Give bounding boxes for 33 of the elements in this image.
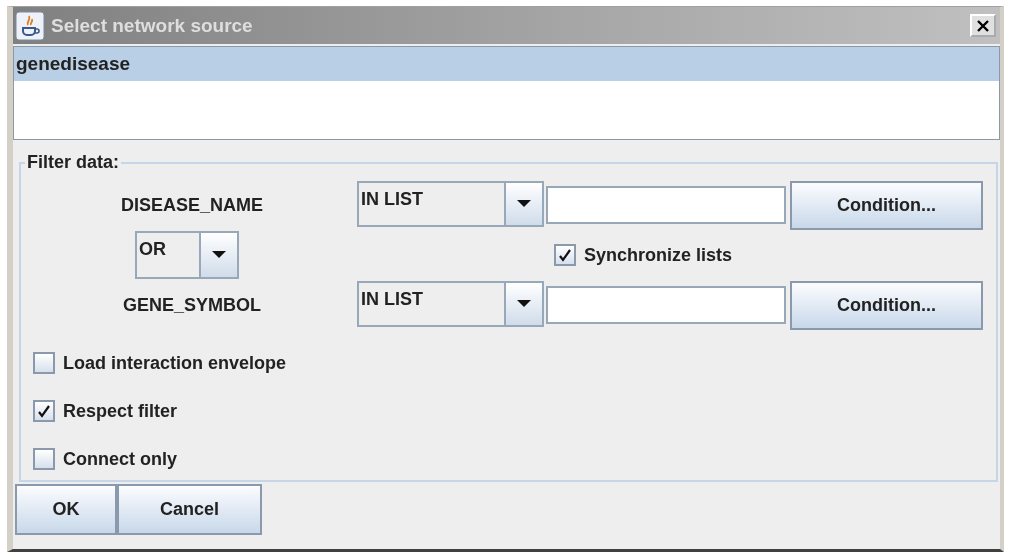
checkbox[interactable] [33, 448, 55, 470]
input-field[interactable] [546, 286, 786, 324]
check-icon [37, 404, 51, 418]
caret-icon [517, 200, 531, 208]
cup-icon [15, 10, 45, 41]
condition-button[interactable]: Condition... [790, 281, 983, 330]
caret-icon [517, 300, 531, 308]
dropdown-button[interactable] [504, 283, 542, 325]
checkbox-label: Connect only [63, 448, 177, 470]
condition-button[interactable]: Condition... [790, 181, 983, 230]
checkbox[interactable] [33, 352, 55, 374]
checkbox[interactable] [33, 400, 55, 422]
checkbox-label: Respect filter [63, 400, 178, 422]
filter-title: Filter data: [26, 152, 120, 173]
window-title: Select network source [51, 14, 254, 37]
dropdown-button[interactable] [504, 183, 542, 225]
list-item[interactable]: genedisease [14, 47, 999, 81]
checkbox[interactable] [554, 244, 576, 266]
close-button[interactable] [970, 14, 996, 37]
close-icon [976, 18, 990, 33]
checkbox-label: Load interaction envelope [63, 352, 287, 374]
operator-dropdown[interactable]: IN LIST [357, 181, 544, 227]
dropdown-button[interactable] [199, 233, 237, 277]
caret-icon [212, 251, 226, 259]
field-label: DISEASE_NAME [120, 194, 264, 216]
input-field[interactable] [546, 186, 786, 224]
ok-button[interactable]: OK [15, 484, 117, 535]
combiner-dropdown[interactable]: OR [135, 231, 239, 279]
check-icon [558, 248, 572, 262]
checkbox-label: Synchronize lists [584, 244, 733, 266]
cancel-button[interactable]: Cancel [117, 484, 262, 535]
field-label: GENE_SYMBOL [122, 294, 262, 316]
operator-dropdown[interactable]: IN LIST [357, 281, 544, 327]
